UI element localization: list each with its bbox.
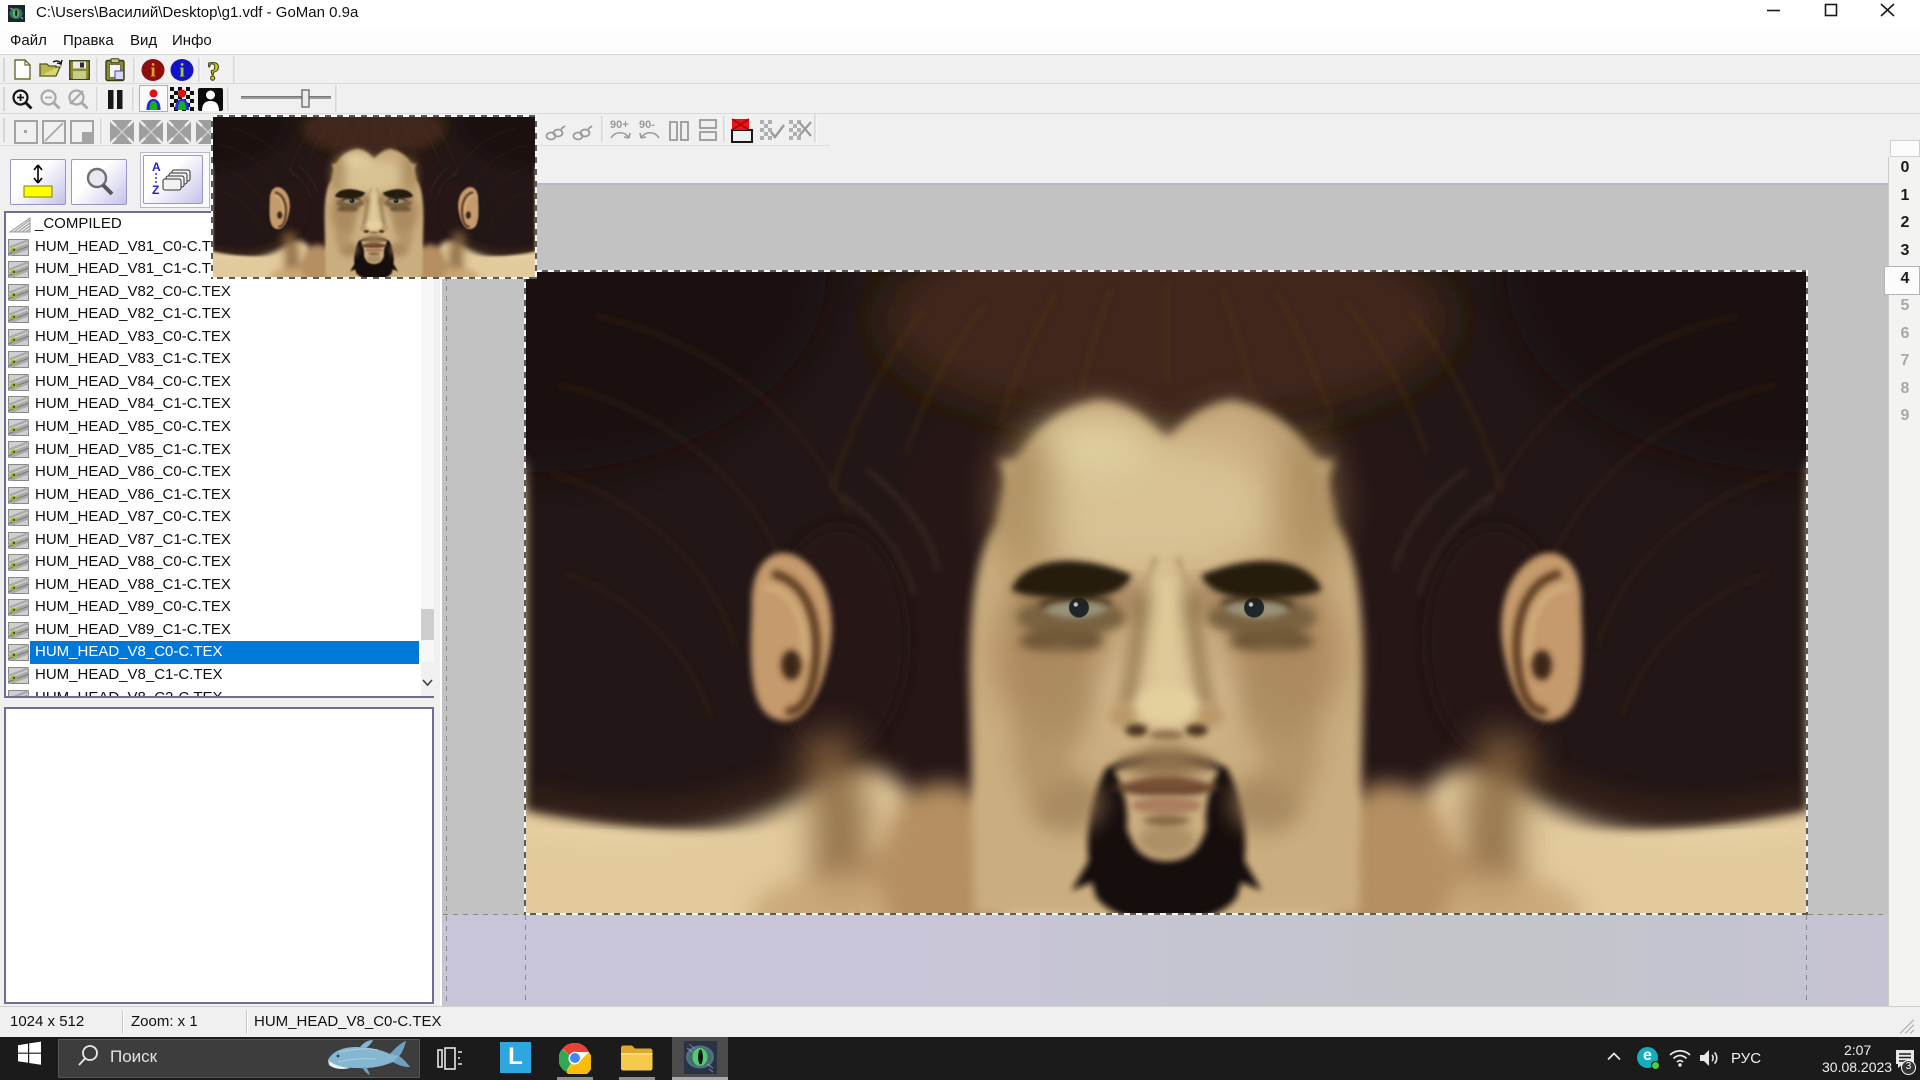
svg-text:90+: 90+ — [610, 119, 629, 131]
svg-text:A: A — [152, 160, 161, 174]
svg-text:Z: Z — [152, 183, 159, 197]
svg-text:i: i — [150, 61, 155, 82]
svg-text:90-: 90- — [639, 119, 655, 131]
svg-text:?: ? — [207, 57, 220, 86]
svg-text:i: i — [179, 61, 184, 82]
